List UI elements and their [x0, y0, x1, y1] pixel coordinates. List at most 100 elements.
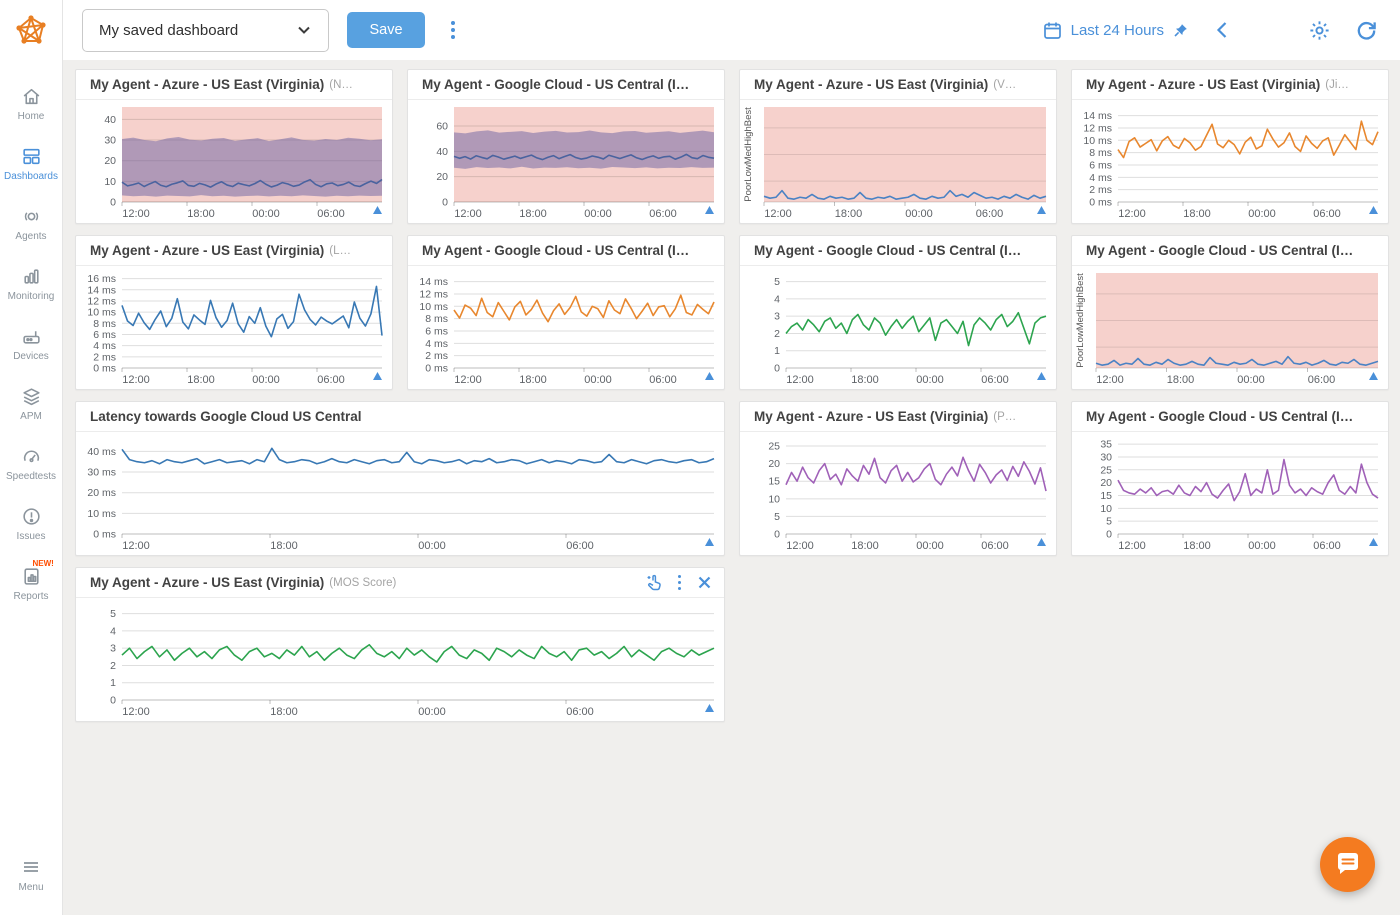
- svg-text:0: 0: [442, 197, 448, 209]
- svg-text:1: 1: [110, 677, 116, 689]
- chart-title: My Agent - Google Cloud - US Central (I…: [422, 243, 689, 258]
- svg-text:00:00: 00:00: [905, 208, 933, 220]
- chart-plot[interactable]: PoorLowMedHighBest12:0018:0000:0006:00: [740, 100, 1056, 223]
- chart-corner-handle[interactable]: [1369, 538, 1378, 546]
- dashboard-content: My Agent - Azure - US East (Virginia) (N……: [63, 60, 1400, 915]
- svg-text:18:00: 18:00: [270, 706, 298, 718]
- main-area: My saved dashboard Save Last 24 Hours: [63, 0, 1400, 915]
- chart-corner-handle[interactable]: [373, 206, 382, 214]
- svg-text:4: 4: [110, 625, 116, 637]
- sidebar-item-dashboards[interactable]: Dashboards: [0, 134, 62, 194]
- svg-text:14 ms: 14 ms: [419, 276, 448, 288]
- sidebar-item-menu[interactable]: Menu: [0, 845, 62, 905]
- chart-card-header: Latency towards Google Cloud US Central: [76, 402, 724, 432]
- sidebar-item-agents[interactable]: Agents: [0, 194, 62, 254]
- sidebar-item-label: Dashboards: [4, 171, 58, 182]
- chart-corner-handle[interactable]: [1369, 372, 1378, 380]
- chart-title: Latency towards Google Cloud US Central: [90, 409, 362, 424]
- monitoring-icon: [21, 266, 42, 288]
- time-range-selector[interactable]: Last 24 Hours: [1043, 21, 1188, 40]
- chart-title: My Agent - Azure - US East (Virginia): [754, 77, 988, 92]
- svg-text:10 ms: 10 ms: [87, 508, 116, 520]
- svg-text:0: 0: [774, 363, 780, 375]
- svg-text:12 ms: 12 ms: [87, 295, 116, 307]
- svg-text:20: 20: [436, 171, 448, 183]
- svg-text:10: 10: [104, 176, 116, 188]
- chart-plot[interactable]: 01234512:0018:0000:0006:00: [740, 266, 1056, 389]
- chart-plot[interactable]: PoorLowMedHighBest12:0018:0000:0006:00: [1072, 266, 1388, 389]
- chart-plot[interactable]: 051015202512:0018:0000:0006:00: [740, 432, 1056, 555]
- chart-corner-handle[interactable]: [1369, 206, 1378, 214]
- svg-text:06:00: 06:00: [981, 540, 1009, 552]
- settings-gear-icon[interactable]: [1308, 19, 1331, 42]
- hamburger-icon: [21, 857, 41, 879]
- chart-plot[interactable]: 0 ms2 ms4 ms6 ms8 ms10 ms12 ms14 ms12:00…: [408, 266, 724, 389]
- chart-card-header: My Agent - Azure - US East (Virginia)(L…: [76, 236, 392, 266]
- chart-corner-handle[interactable]: [705, 538, 714, 546]
- chart-title-suffix: (N…: [329, 79, 353, 91]
- chart-card: My Agent - Azure - US East (Virginia)(P……: [739, 401, 1057, 556]
- close-chart-icon[interactable]: [697, 575, 712, 590]
- sidebar-item-devices[interactable]: Devices: [0, 314, 62, 374]
- chat-launcher-button[interactable]: [1320, 837, 1375, 892]
- svg-text:18:00: 18:00: [519, 208, 547, 220]
- chart-plot[interactable]: 01234512:0018:0000:0006:00: [76, 598, 724, 721]
- svg-text:00:00: 00:00: [252, 208, 280, 220]
- svg-text:5: 5: [110, 608, 116, 620]
- topbar: My saved dashboard Save Last 24 Hours: [63, 0, 1400, 60]
- svg-text:10 ms: 10 ms: [87, 307, 116, 319]
- chart-plot[interactable]: 0 ms2 ms4 ms6 ms8 ms10 ms12 ms14 ms12:00…: [1072, 100, 1388, 223]
- svg-text:18:00: 18:00: [270, 540, 298, 552]
- chart-corner-handle[interactable]: [705, 372, 714, 380]
- svg-text:4 ms: 4 ms: [1089, 172, 1112, 184]
- chart-title: My Agent - Azure - US East (Virginia): [1086, 77, 1320, 92]
- svg-text:12:00: 12:00: [122, 706, 150, 718]
- svg-text:0 ms: 0 ms: [425, 363, 448, 375]
- collapse-panel-chevron[interactable]: [1214, 21, 1230, 39]
- chart-plot[interactable]: 020406012:0018:0000:0006:00: [408, 100, 724, 223]
- chart-title: My Agent - Google Cloud - US Central (I…: [1086, 409, 1353, 424]
- chart-title: My Agent - Google Cloud - US Central (I…: [422, 77, 689, 92]
- chart-card: Latency towards Google Cloud US Central 0…: [75, 401, 725, 556]
- svg-text:00:00: 00:00: [584, 208, 612, 220]
- pin-icon[interactable]: [1173, 23, 1188, 38]
- sidebar-item-home[interactable]: Home: [0, 74, 62, 134]
- chart-corner-handle[interactable]: [373, 372, 382, 380]
- svg-text:12:00: 12:00: [454, 208, 482, 220]
- sidebar-item-monitoring[interactable]: Monitoring: [0, 254, 62, 314]
- chart-card-header: My Agent - Azure - US East (Virginia)(P…: [740, 402, 1056, 432]
- dashboard-options-kebab[interactable]: [447, 17, 459, 43]
- svg-text:18:00: 18:00: [1183, 208, 1211, 220]
- chart-corner-handle[interactable]: [1037, 538, 1046, 546]
- svg-text:12:00: 12:00: [1118, 540, 1146, 552]
- chart-card-header: My Agent - Google Cloud - US Central (I…: [1072, 402, 1388, 432]
- chart-title: My Agent - Azure - US East (Virginia): [90, 243, 324, 258]
- svg-text:06:00: 06:00: [1313, 208, 1341, 220]
- chart-card-header: My Agent - Azure - US East (Virginia)(Ji…: [1072, 70, 1388, 100]
- chart-plot[interactable]: 0510152025303512:0018:0000:0006:00: [1072, 432, 1388, 555]
- svg-text:10: 10: [768, 493, 780, 505]
- chart-card: My Agent - Google Cloud - US Central (I……: [407, 69, 725, 224]
- save-button[interactable]: Save: [347, 12, 425, 48]
- chart-options-kebab[interactable]: [678, 575, 682, 591]
- chart-plot[interactable]: 0 ms2 ms4 ms6 ms8 ms10 ms12 ms14 ms16 ms…: [76, 266, 392, 389]
- svg-text:0: 0: [1106, 529, 1112, 541]
- refresh-icon[interactable]: [1355, 19, 1378, 42]
- drag-chart-icon[interactable]: [645, 574, 662, 591]
- dashboard-selector[interactable]: My saved dashboard: [82, 9, 329, 52]
- sidebar-item-issues[interactable]: Issues: [0, 494, 62, 554]
- chart-plot[interactable]: 0 ms10 ms20 ms30 ms40 ms12:0018:0000:000…: [76, 432, 724, 555]
- sidebar-item-reports[interactable]: NEW!Reports: [0, 554, 62, 614]
- sidebar-item-speedtests[interactable]: Speedtests: [0, 434, 62, 494]
- chat-bubble-icon: [1334, 851, 1362, 879]
- svg-text:10: 10: [1100, 503, 1112, 515]
- chart-corner-handle[interactable]: [1037, 372, 1046, 380]
- sidebar-item-apm[interactable]: APM: [0, 374, 62, 434]
- app-logo[interactable]: [0, 0, 63, 60]
- chart-corner-handle[interactable]: [705, 704, 714, 712]
- sidebar-item-label: Monitoring: [8, 291, 55, 302]
- chart-card: My Agent - Google Cloud - US Central (I……: [1071, 401, 1389, 556]
- chart-corner-handle[interactable]: [1037, 206, 1046, 214]
- chart-plot[interactable]: 01020304012:0018:0000:0006:00: [76, 100, 392, 223]
- chart-corner-handle[interactable]: [705, 206, 714, 214]
